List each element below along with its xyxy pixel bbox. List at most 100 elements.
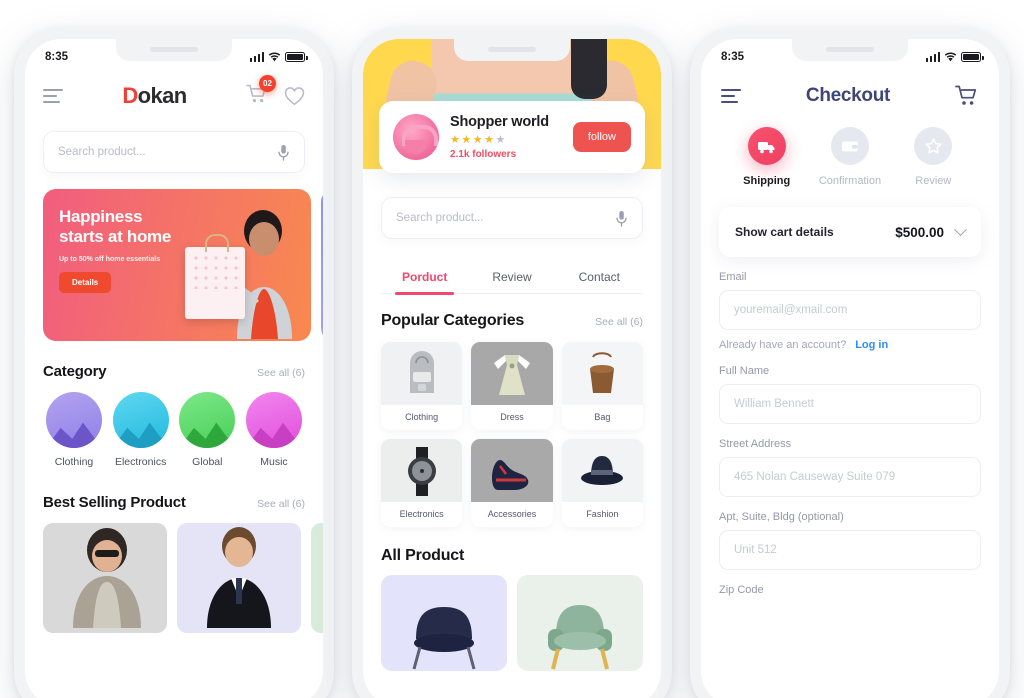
- field-placeholder: William Bennett: [734, 398, 814, 410]
- product-card[interactable]: [177, 523, 301, 633]
- shoes-icon: [471, 439, 553, 502]
- promo-banner-carousel[interactable]: Happiness starts at home Up to 50% off h…: [25, 189, 323, 341]
- status-time: 8:35: [45, 51, 69, 63]
- phone3-notch: [792, 39, 908, 61]
- search-placeholder: Search product...: [58, 146, 146, 158]
- popular-category-label: Accessories: [487, 509, 537, 519]
- field-street-address: Street Address 465 Nolan Causeway Suite …: [701, 438, 999, 497]
- tab-review[interactable]: Review: [468, 261, 555, 293]
- category-see-all[interactable]: See all (6): [257, 367, 305, 379]
- popular-categories-grid: Clothing Dress Bag Electronics Accessori…: [363, 330, 661, 527]
- backpack-icon: [381, 342, 463, 405]
- popular-category-card[interactable]: Clothing: [381, 342, 463, 430]
- all-product-grid: [363, 565, 661, 671]
- product-card[interactable]: [517, 575, 643, 671]
- all-product-header: All Product: [363, 547, 661, 565]
- earpiece-speaker: [150, 47, 198, 52]
- logo-initial: D: [122, 83, 138, 108]
- category-item[interactable]: Music: [245, 392, 303, 468]
- popular-category-label: Bag: [594, 412, 611, 422]
- cart-button[interactable]: 02: [246, 74, 276, 109]
- heart-icon[interactable]: [284, 86, 305, 106]
- popular-category-label: Clothing: [405, 412, 439, 422]
- best-selling-see-all[interactable]: See all (6): [257, 498, 305, 510]
- product-image: [412, 607, 476, 670]
- popular-category-label: Dress: [500, 412, 524, 422]
- phone1-screen: 8:35 Dokan 02 Search product... Happines…: [25, 39, 323, 698]
- popular-categories-header: Popular Categories See all (6): [363, 312, 661, 330]
- shopping-cart-icon[interactable]: [955, 85, 979, 107]
- battery-full-icon: [285, 52, 308, 62]
- phone1-header-actions: 02: [246, 74, 305, 109]
- microphone-icon[interactable]: [277, 144, 290, 161]
- banner-title: Happiness starts at home: [59, 207, 172, 247]
- field-placeholder: 465 Nolan Causeway Suite 079: [734, 471, 896, 483]
- field-zip-code: Zip Code: [701, 584, 999, 596]
- product-card[interactable]: [311, 523, 323, 633]
- category-thumb-global: [179, 392, 236, 448]
- category-section-header: Category See all (6): [25, 363, 323, 380]
- account-prompt-text: Already have an account?: [719, 339, 847, 351]
- best-selling-list: [25, 511, 323, 633]
- hamburger-menu-icon[interactable]: [721, 89, 741, 103]
- follow-button[interactable]: follow: [572, 122, 631, 152]
- category-label: Clothing: [54, 456, 94, 468]
- step-review[interactable]: Review: [849, 127, 975, 187]
- product-image: [187, 523, 291, 633]
- popular-category-label: Electronics: [399, 509, 444, 519]
- promo-banner[interactable]: Happiness starts at home Up to 50% off h…: [43, 189, 311, 341]
- category-item[interactable]: Electronics: [112, 392, 170, 468]
- popular-see-all[interactable]: See all (6): [595, 316, 643, 328]
- hamburger-menu-icon[interactable]: [43, 89, 63, 103]
- tab-product[interactable]: Porduct: [381, 261, 468, 295]
- popular-category-card[interactable]: Fashion: [561, 439, 643, 527]
- status-indicators: [925, 52, 984, 62]
- promo-banner-next[interactable]: [321, 189, 323, 341]
- category-thumb-clothing: [46, 392, 102, 448]
- cart-summary-label: Show cart details: [735, 225, 834, 239]
- step-label: Review: [915, 175, 952, 187]
- home-indicator-arc: [437, 693, 587, 698]
- login-link[interactable]: Log in: [855, 339, 888, 351]
- tab-contact[interactable]: Contact: [556, 261, 643, 293]
- cart-summary-right: $500.00: [895, 222, 967, 240]
- step-shipping[interactable]: Shipping: [725, 127, 808, 187]
- hat-icon: [561, 439, 643, 502]
- battery-full-icon: [961, 52, 984, 62]
- popular-category-card[interactable]: Bag: [561, 342, 643, 430]
- apt-suite-field[interactable]: Unit 512: [719, 530, 981, 570]
- microphone-icon[interactable]: [615, 210, 628, 227]
- step-label: Confirmation: [818, 175, 882, 187]
- cart-summary-row[interactable]: Show cart details $500.00: [719, 207, 981, 257]
- category-label: Electronics: [114, 456, 167, 468]
- watch-icon: [381, 439, 463, 502]
- star-icon: [914, 127, 953, 165]
- best-selling-title: Best Selling Product: [43, 494, 186, 511]
- category-item[interactable]: Clothing: [45, 392, 103, 468]
- category-item[interactable]: Global: [178, 392, 236, 468]
- email-field[interactable]: youremail@xmail.com: [719, 290, 981, 330]
- field-label: Full Name: [719, 365, 770, 377]
- popular-category-card[interactable]: Dress: [471, 342, 553, 430]
- step-label: Shipping: [743, 175, 791, 187]
- search-input[interactable]: Search product...: [43, 131, 305, 173]
- popular-category-card[interactable]: Electronics: [381, 439, 463, 527]
- field-label: Email: [719, 271, 747, 283]
- popular-category-card[interactable]: Accessories: [471, 439, 553, 527]
- page-title: Checkout: [805, 85, 891, 106]
- home-indicator-arc: [99, 693, 249, 698]
- search-input[interactable]: Search product...: [381, 197, 643, 239]
- banner-details-button[interactable]: Details: [59, 272, 112, 294]
- checkout-header: Checkout: [701, 69, 999, 107]
- phone2-notch: [454, 39, 570, 61]
- street-address-field[interactable]: 465 Nolan Causeway Suite 079: [719, 457, 981, 497]
- chevron-down-icon[interactable]: [954, 222, 967, 236]
- phone-mockup-home: 8:35 Dokan 02 Search product... Happines…: [14, 28, 334, 698]
- shop-followers: 2.1k followers: [450, 149, 517, 160]
- product-card[interactable]: [43, 523, 167, 633]
- full-name-field[interactable]: William Bennett: [719, 384, 981, 424]
- phone1-header: Dokan 02: [25, 69, 323, 109]
- step-confirmation[interactable]: Confirmation: [766, 127, 891, 187]
- product-card[interactable]: [381, 575, 507, 671]
- account-prompt: Already have an account? Log in: [701, 339, 999, 351]
